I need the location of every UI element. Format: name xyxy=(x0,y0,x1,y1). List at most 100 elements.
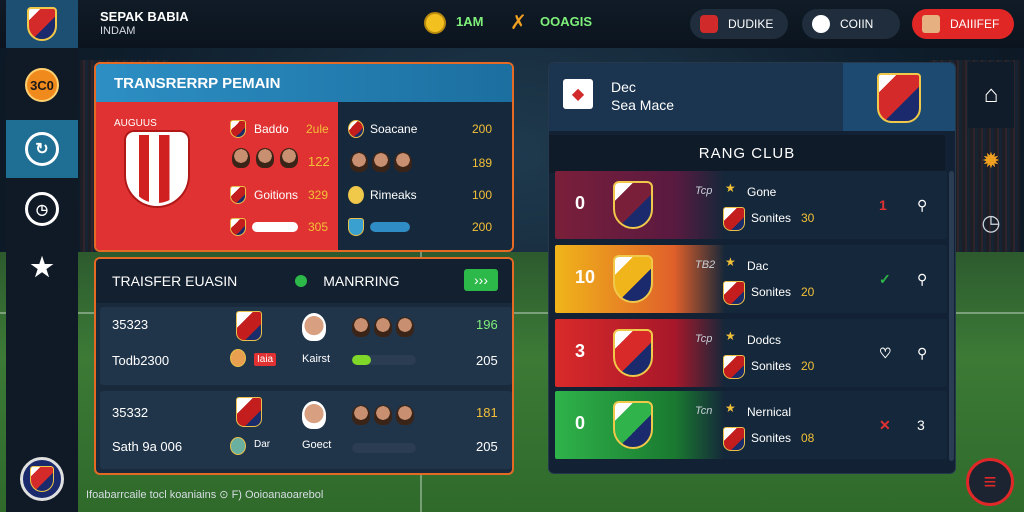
row-value: 2ule xyxy=(306,122,329,136)
mini-crest-icon xyxy=(230,437,246,455)
mini-crest-icon xyxy=(723,355,745,379)
player-face-icon xyxy=(302,401,326,429)
transfer-club-card[interactable]: AUGUUS Baddo 2ule 122 Goitions 329 305 xyxy=(96,102,338,250)
league-name: Dec xyxy=(611,79,636,95)
player-face-icon xyxy=(396,317,414,337)
mini-crest-icon xyxy=(348,186,364,204)
coin-pill-button[interactable]: COIIN xyxy=(802,9,900,39)
footer-hint: Ifoabarrcaile tocl koaniains ⊙ F) Ooioan… xyxy=(86,489,324,501)
row-value: 122 xyxy=(308,154,330,169)
row-value: 189 xyxy=(472,156,493,170)
sidebar-item-favorites[interactable]: ★ xyxy=(6,238,78,296)
club-name: Gone xyxy=(747,185,777,199)
pin-icon: ⚲ xyxy=(917,345,928,361)
tag-badge: Iaia xyxy=(254,353,277,366)
club-name: Nernical xyxy=(747,405,792,419)
club-code: TB2 xyxy=(695,259,716,271)
settings-button[interactable]: ✹ xyxy=(968,128,1014,194)
tag-badge: Dar xyxy=(254,439,271,450)
trend-icon: ✕ xyxy=(879,417,891,433)
star-icon: ★ xyxy=(30,251,54,282)
gear-icon: ✹ xyxy=(981,148,1001,173)
row-id: 35323 xyxy=(112,317,149,332)
club-name: Dodcs xyxy=(747,333,782,347)
club-sub: Sonites xyxy=(751,359,792,373)
stopwatch-icon: ◷ xyxy=(25,192,59,226)
club-label: AUGUUS xyxy=(114,118,157,129)
market-row[interactable]: 35332 Sath 9a 006 Dar Goect 181 205 xyxy=(100,391,512,469)
star-icon: ★ xyxy=(725,329,736,343)
refresh-icon: ↻ xyxy=(25,132,59,166)
trophy-icon: ✗ xyxy=(510,12,527,34)
go-button[interactable]: ››› xyxy=(464,269,498,291)
mini-crest-icon xyxy=(723,207,745,231)
sidebar-item-club[interactable] xyxy=(6,450,78,508)
club-name: Dac xyxy=(747,259,769,273)
player-face-icon xyxy=(374,405,392,425)
pin-icon: ⚲ xyxy=(917,197,928,213)
top-bar: SEPAK BABIA INDAM 1AM ✗ OOAGIS DUDIKE CO… xyxy=(0,0,1024,48)
pin-icon: ⚲ xyxy=(917,271,928,287)
coin-badge-icon: 3C0 xyxy=(25,68,59,102)
progress-bar xyxy=(352,355,416,365)
club-logo-button[interactable] xyxy=(6,0,78,48)
mini-crest-icon xyxy=(230,218,246,236)
row-price: Sath 9a 006 xyxy=(112,439,183,454)
avatar xyxy=(922,15,940,33)
player-name: Goect xyxy=(302,439,332,451)
transfer-offer-card[interactable]: Soacane 200 189 Rimeaks 100 200 xyxy=(338,102,512,250)
ranking-title: RANG CLUB xyxy=(549,135,945,173)
row-value: 100 xyxy=(472,188,493,202)
row-extra: 3 xyxy=(917,417,925,433)
row-value-top: 181 xyxy=(476,405,498,420)
transfer-title: TRANSRERRP PEMAIN xyxy=(96,64,512,102)
ranking-row[interactable]: 0 Tcp ★ Gone Sonites 30 1 ⚲ xyxy=(555,171,947,239)
shield-icon xyxy=(700,15,718,33)
sidebar-item-coins[interactable]: 3C0 xyxy=(6,56,78,114)
menu-button[interactable]: ≡ xyxy=(966,458,1014,506)
progress-bar xyxy=(352,443,416,453)
ranking-row[interactable]: 10 TB2 ★ Dac Sonites 20 ✓ ⚲ xyxy=(555,245,947,313)
player-face-icon xyxy=(232,148,250,168)
menu-icon: ≡ xyxy=(983,469,997,494)
rank-number: 0 xyxy=(575,193,586,213)
player-name: Kairst xyxy=(302,353,331,365)
rank-number: 3 xyxy=(575,341,586,361)
ranking-row[interactable]: 0 Tcn ★ Nernical Sonites 08 ✕ 3 xyxy=(555,391,947,459)
profile-pill-button[interactable]: DAIIIFEF xyxy=(912,9,1014,39)
row-value-bottom: 205 xyxy=(476,439,498,454)
season-name: Sea Mace xyxy=(611,97,675,113)
home-button[interactable]: ⌂ xyxy=(968,62,1014,128)
club-sub: Sonites xyxy=(751,285,792,299)
timer-button[interactable]: ◷ xyxy=(968,190,1014,256)
coin-icon xyxy=(424,12,446,34)
game-screen: SEPAK BABIA INDAM 1AM ✗ OOAGIS DUDIKE CO… xyxy=(0,0,1024,512)
market-subtitle: MANRRING xyxy=(323,273,400,289)
row-label: Baddo xyxy=(254,122,289,136)
home-icon: ⌂ xyxy=(983,81,999,108)
ranking-row[interactable]: 3 Tcp ★ Dodcs Sonites 20 ♡ ⚲ xyxy=(555,319,947,387)
progress-bar xyxy=(370,222,410,232)
player-face-icon xyxy=(372,152,390,172)
club-pill-button[interactable]: DUDIKE xyxy=(690,9,788,39)
mini-crest-icon xyxy=(230,186,246,204)
scrollbar[interactable] xyxy=(949,171,954,461)
trend-icon: ✓ xyxy=(879,271,891,287)
crest-icon xyxy=(30,466,54,492)
coin-count: 1AM xyxy=(456,14,484,29)
profile-pill-label: DAIIIFEF xyxy=(950,17,1000,31)
player-face-icon xyxy=(302,313,326,341)
player-face-icon xyxy=(256,148,274,168)
featured-club-crest[interactable] xyxy=(843,63,955,131)
sidebar-item-transfer[interactable]: ↻ xyxy=(6,120,78,178)
row-id: 35332 xyxy=(112,405,149,420)
sidebar-item-timer[interactable]: ◷ xyxy=(6,180,78,238)
player-face-icon xyxy=(350,152,368,172)
row-label: Goitions xyxy=(254,188,299,202)
mini-crest-icon xyxy=(723,427,745,451)
market-row[interactable]: 35323 Todb2300 Iaia Kairst 196 205 xyxy=(100,307,512,385)
club-crest-icon xyxy=(613,329,653,377)
club-points: 20 xyxy=(801,359,815,373)
row-label: Soacane xyxy=(370,122,418,136)
club-crest-icon xyxy=(126,132,188,206)
